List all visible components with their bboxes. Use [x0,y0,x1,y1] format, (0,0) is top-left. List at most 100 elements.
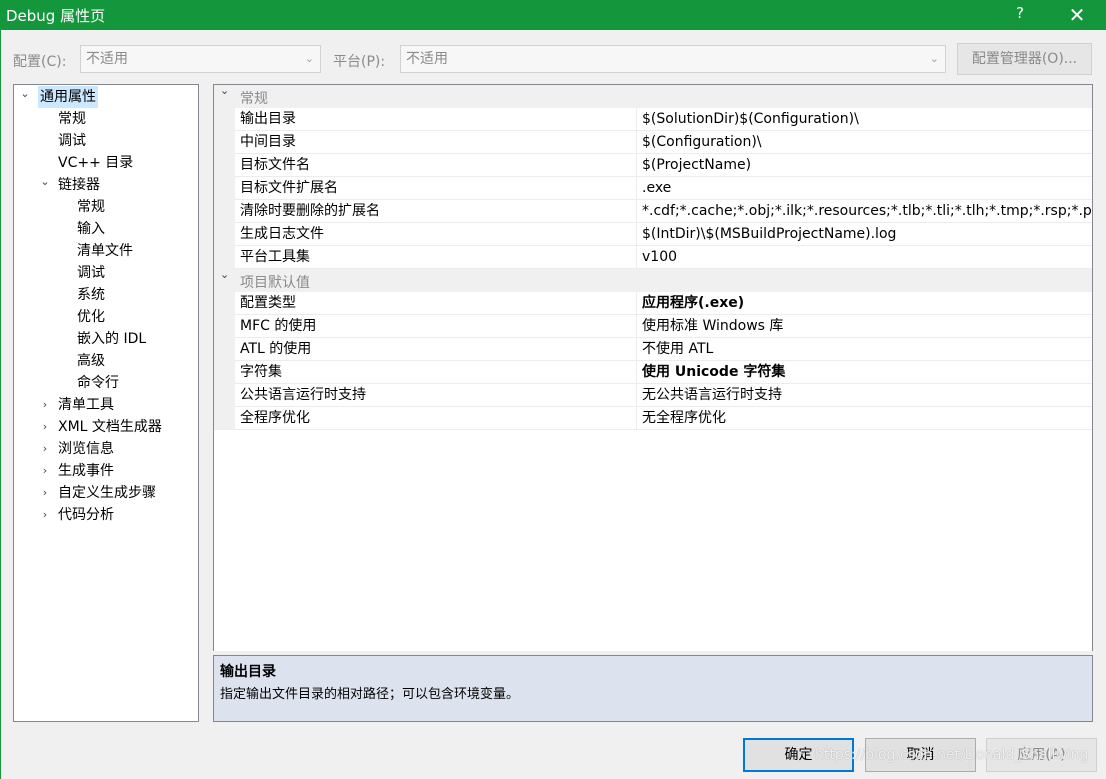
property-value[interactable]: $(SolutionDir)$(Configuration)\ [637,108,1092,131]
tree-item-label: 调试 [58,133,86,149]
row-gutter [214,407,235,430]
property-value[interactable]: 不使用 ATL [637,338,1092,361]
property-name: 字符集 [235,361,637,384]
chevron-right-icon[interactable]: › [39,482,51,504]
chevron-down-icon[interactable]: ⌄ [220,268,229,281]
config-manager-button[interactable]: 配置管理器(O)... [957,43,1092,75]
tree-item[interactable]: 调试 [14,130,198,152]
tree-item[interactable]: 优化 [14,306,198,328]
property-row[interactable]: 平台工具集 v100 [214,246,1092,269]
tree-item[interactable]: › 代码分析 [14,504,198,526]
property-value[interactable]: $(ProjectName) [637,154,1092,177]
property-value[interactable]: $(Configuration)\ [637,131,1092,154]
row-gutter [214,154,235,177]
chevron-down-icon: ⌄ [304,52,314,65]
property-row[interactable]: 清除时要删除的扩展名 *.cdf;*.cache;*.obj;*.ilk;*.re… [214,200,1092,223]
tree-item[interactable]: 常规 [14,196,198,218]
property-row[interactable]: 输出目录 $(SolutionDir)$(Configuration)\ [214,108,1092,131]
property-value[interactable]: 使用 Unicode 字符集 [637,361,1092,384]
tree-item-label: 链接器 [58,177,100,193]
help-button[interactable]: ? [1010,4,1030,26]
property-value[interactable]: $(IntDir)\$(MSBuildProjectName).log [637,223,1092,246]
row-gutter [214,246,235,269]
tree-item[interactable]: 高级 [14,350,198,372]
tree-item-label: 命令行 [77,375,119,391]
tree-item[interactable]: 清单文件 [14,240,198,262]
category-row[interactable]: ⌄ 项目默认值 [214,268,1092,292]
property-row[interactable]: 生成日志文件 $(IntDir)\$(MSBuildProjectName).lo… [214,223,1092,246]
row-gutter [214,361,235,384]
property-row[interactable]: 中间目录 $(Configuration)\ [214,131,1092,154]
chevron-right-icon[interactable]: › [39,438,51,460]
property-name: MFC 的使用 [235,315,637,338]
tree-item-label: 嵌入的 IDL [77,331,147,347]
tree-item[interactable]: 常规 [14,108,198,130]
property-value[interactable]: 无公共语言运行时支持 [637,384,1092,407]
property-tree[interactable]: ⌄ 通用属性 常规 调试 VC++ 目录 ⌄ 链接器 常规 输入 清单文件 调试 系统 优化 嵌入的 ID… [13,84,199,722]
tree-item-label: 清单工具 [58,397,114,413]
tree-item[interactable]: › 浏览信息 [14,438,198,460]
property-name: ATL 的使用 [235,338,637,361]
chevron-right-icon[interactable]: › [39,460,51,482]
tree-item[interactable]: › 清单工具 [14,394,198,416]
property-row[interactable]: 公共语言运行时支持 无公共语言运行时支持 [214,384,1092,407]
property-row[interactable]: ATL 的使用 不使用 ATL [214,338,1092,361]
description-panel: 输出目录 指定输出文件目录的相对路径；可以包含环境变量。 [213,655,1093,722]
chevron-down-icon[interactable]: ⌄ [19,85,31,105]
category-row[interactable]: ⌄ 常规 [214,85,1092,108]
property-name: 目标文件名 [235,154,637,177]
property-name: 生成日志文件 [235,223,637,246]
property-name: 中间目录 [235,131,637,154]
property-value[interactable]: *.cdf;*.cache;*.obj;*.ilk;*.resources;*.… [637,200,1092,223]
chevron-right-icon[interactable]: › [39,394,51,416]
tree-item[interactable]: ⌄ 链接器 [14,174,198,196]
tree-item-label: 输入 [77,221,105,237]
tree-item[interactable]: ⌄ 通用属性 [14,86,198,108]
tree-item[interactable]: 输入 [14,218,198,240]
row-gutter [214,131,235,154]
tree-item-label: 常规 [58,111,86,127]
tree-item[interactable]: 调试 [14,262,198,284]
tree-item[interactable]: › 生成事件 [14,460,198,482]
property-row[interactable]: 配置类型 应用程序(.exe) [214,292,1092,315]
tree-item-label: 清单文件 [77,243,133,259]
platform-combo[interactable]: 不适用 ⌄ [400,45,946,73]
property-name: 配置类型 [235,292,637,315]
tree-item-label: 系统 [77,287,105,303]
property-row[interactable]: 全程序优化 无全程序优化 [214,407,1092,430]
property-value[interactable]: 应用程序(.exe) [637,292,1092,315]
tree-item-label: 代码分析 [58,507,114,523]
row-gutter [214,108,235,131]
property-value[interactable]: 无全程序优化 [637,407,1092,430]
row-gutter [214,315,235,338]
property-row[interactable]: 字符集 使用 Unicode 字符集 [214,361,1092,384]
tree-item-label: 调试 [77,265,105,281]
config-combo[interactable]: 不适用 ⌄ [80,45,321,73]
close-button[interactable]: ✕ [1060,2,1094,28]
chevron-down-icon[interactable]: ⌄ [220,85,229,97]
tree-item-label: 高级 [77,353,105,369]
property-row[interactable]: 目标文件名 $(ProjectName) [214,154,1092,177]
tree-item[interactable]: › 自定义生成步骤 [14,482,198,504]
platform-label: 平台(P): [333,54,386,70]
property-name: 全程序优化 [235,407,637,430]
tree-item[interactable]: › XML 文档生成器 [14,416,198,438]
property-row[interactable]: MFC 的使用 使用标准 Windows 库 [214,315,1092,338]
chevron-right-icon[interactable]: › [39,504,51,526]
property-value[interactable]: .exe [637,177,1092,200]
tree-item[interactable]: 系统 [14,284,198,306]
property-value[interactable]: 使用标准 Windows 库 [637,315,1092,338]
tree-item-label: 自定义生成步骤 [58,485,156,501]
tree-item[interactable]: 命令行 [14,372,198,394]
tree-item[interactable]: 嵌入的 IDL [14,328,198,350]
tree-item-label: 生成事件 [58,463,114,479]
tree-item-label: XML 文档生成器 [58,419,162,435]
chevron-down-icon[interactable]: ⌄ [39,171,51,193]
property-row[interactable]: 目标文件扩展名 .exe [214,177,1092,200]
window-title: Debug 属性页 [6,7,106,25]
row-gutter [214,384,235,407]
chevron-right-icon[interactable]: › [39,416,51,438]
property-value[interactable]: v100 [637,246,1092,269]
title-bar: Debug 属性页 ? ✕ [0,0,1106,30]
property-grid[interactable]: ⌄ 常规 输出目录 $(SolutionDir)$(Configuration)\ 中间… [213,84,1093,651]
